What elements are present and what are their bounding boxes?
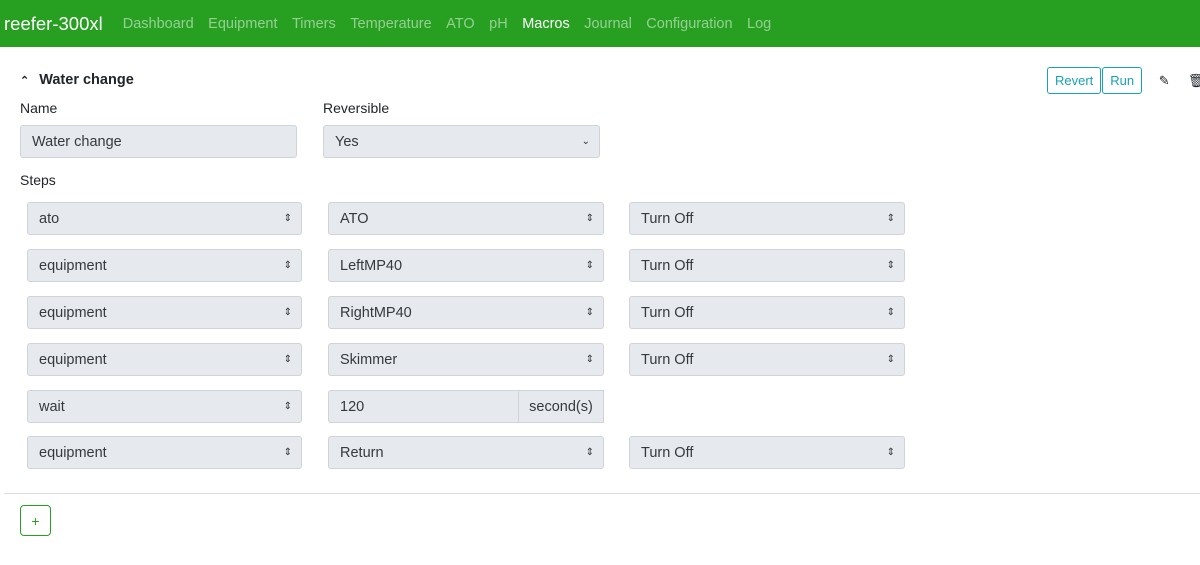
- nav-dashboard[interactable]: Dashboard: [123, 16, 194, 32]
- steps-label: Steps: [20, 172, 56, 188]
- sort-icon: ⇕: [886, 447, 895, 458]
- step-target-value: Skimmer: [340, 351, 398, 368]
- step-3-target-select[interactable]: RightMP40 ⇕: [328, 296, 604, 329]
- step-6-type-select[interactable]: equipment ⇕: [27, 436, 302, 469]
- macro-title: Water change: [39, 72, 134, 88]
- step-4-target-select[interactable]: Skimmer ⇕: [328, 343, 604, 376]
- chevron-down-icon: ⌄: [581, 136, 590, 147]
- nav-configuration[interactable]: Configuration: [646, 16, 732, 32]
- revert-button[interactable]: Revert: [1047, 67, 1102, 94]
- step-1-action-select[interactable]: Turn Off ⇕: [629, 202, 905, 235]
- nav-timers[interactable]: Timers: [292, 16, 336, 32]
- sort-icon: ⇕: [283, 213, 292, 224]
- nav-journal[interactable]: Journal: [584, 16, 632, 32]
- sort-icon: ⇕: [283, 447, 292, 458]
- brand[interactable]: reefer-300xl: [4, 13, 103, 35]
- sort-icon: ⇕: [585, 354, 594, 365]
- step-type-value: equipment: [39, 444, 107, 461]
- step-action-value: Turn Off: [641, 351, 694, 368]
- step-2-target-select[interactable]: LeftMP40 ⇕: [328, 249, 604, 282]
- navbar: reefer-300xl Dashboard Equipment Timers …: [0, 0, 1200, 47]
- step-5-type-select[interactable]: wait ⇕: [27, 390, 302, 423]
- step-4-type-select[interactable]: equipment ⇕: [27, 343, 302, 376]
- step-type-value: equipment: [39, 304, 107, 321]
- step-type-value: wait: [39, 398, 65, 415]
- duration-value: 120: [340, 398, 365, 415]
- step-target-value: ATO: [340, 210, 369, 227]
- duration-unit: second(s): [518, 390, 604, 423]
- nav-temperature[interactable]: Temperature: [350, 16, 431, 32]
- step-action-value: Turn Off: [641, 304, 694, 321]
- step-1-target-select[interactable]: ATO ⇕: [328, 202, 604, 235]
- run-button[interactable]: Run: [1102, 67, 1143, 94]
- sort-icon: ⇕: [283, 307, 292, 318]
- sort-icon: ⇕: [886, 260, 895, 271]
- sort-icon: ⇕: [283, 354, 292, 365]
- step-type-value: equipment: [39, 351, 107, 368]
- macro-header[interactable]: ⌃ Water change: [20, 72, 134, 88]
- divider: [4, 493, 1200, 494]
- step-action-value: Turn Off: [641, 210, 694, 227]
- nav-ato[interactable]: ATO: [446, 16, 474, 32]
- trash-icon[interactable]: 🗑: [1186, 73, 1200, 89]
- sort-icon: ⇕: [283, 260, 292, 271]
- step-target-value: Return: [340, 444, 384, 461]
- step-action-value: Turn Off: [641, 257, 694, 274]
- sort-icon: ⇕: [283, 401, 292, 412]
- step-type-value: equipment: [39, 257, 107, 274]
- step-5-duration-input[interactable]: 120: [328, 390, 518, 423]
- step-2-type-select[interactable]: equipment ⇕: [27, 249, 302, 282]
- nav-macros[interactable]: Macros: [522, 16, 570, 32]
- sort-icon: ⇕: [585, 260, 594, 271]
- step-target-value: RightMP40: [340, 304, 412, 321]
- reversible-select[interactable]: Yes ⌄: [323, 125, 600, 158]
- step-4-action-select[interactable]: Turn Off ⇕: [629, 343, 905, 376]
- nav-equipment[interactable]: Equipment: [208, 16, 277, 32]
- step-5-duration-group: 120 second(s): [328, 390, 604, 423]
- sort-icon: ⇕: [886, 213, 895, 224]
- sort-icon: ⇕: [886, 354, 895, 365]
- reversible-value: Yes: [335, 133, 359, 150]
- nav-log[interactable]: Log: [747, 16, 771, 32]
- sort-icon: ⇕: [585, 213, 594, 224]
- step-3-action-select[interactable]: Turn Off ⇕: [629, 296, 905, 329]
- name-value: Water change: [32, 133, 122, 150]
- step-6-target-select[interactable]: Return ⇕: [328, 436, 604, 469]
- macro-actions: Revert Run ✎ 🗑: [1047, 67, 1200, 94]
- sort-icon: ⇕: [585, 307, 594, 318]
- step-3-type-select[interactable]: equipment ⇕: [27, 296, 302, 329]
- name-input[interactable]: Water change: [20, 125, 297, 158]
- step-2-action-select[interactable]: Turn Off ⇕: [629, 249, 905, 282]
- step-type-value: ato: [39, 210, 60, 227]
- chevron-up-icon[interactable]: ⌃: [20, 74, 29, 87]
- reversible-label: Reversible: [323, 100, 390, 116]
- name-label: Name: [20, 100, 58, 116]
- edit-icon[interactable]: ✎: [1154, 73, 1174, 89]
- add-step-button[interactable]: +: [20, 505, 51, 536]
- nav-ph[interactable]: pH: [489, 16, 508, 32]
- step-6-action-select[interactable]: Turn Off ⇕: [629, 436, 905, 469]
- step-1-type-select[interactable]: ato ⇕: [27, 202, 302, 235]
- sort-icon: ⇕: [585, 447, 594, 458]
- step-target-value: LeftMP40: [340, 257, 403, 274]
- step-action-value: Turn Off: [641, 444, 694, 461]
- sort-icon: ⇕: [886, 307, 895, 318]
